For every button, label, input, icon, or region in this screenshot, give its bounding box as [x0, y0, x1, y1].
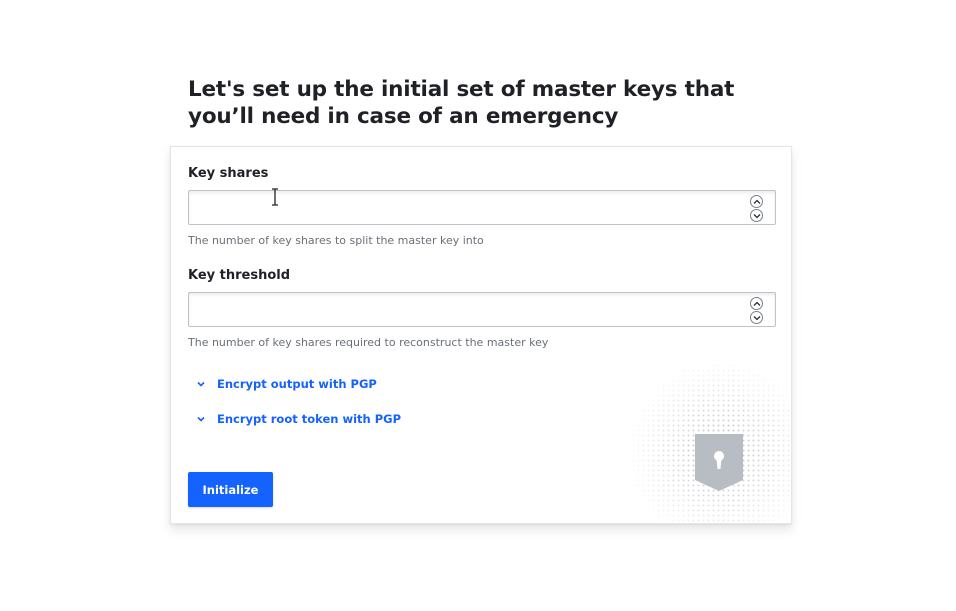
page-title: Let's set up the initial set of master k…	[188, 77, 735, 129]
encrypt-root-token-pgp-toggle[interactable]: Encrypt root token with PGP	[195, 412, 401, 426]
key-shares-stepper[interactable]	[750, 195, 763, 222]
chevron-up-icon[interactable]	[750, 297, 763, 310]
key-threshold-field: Key threshold The number of key shares r…	[188, 267, 776, 350]
key-threshold-stepper[interactable]	[750, 297, 763, 324]
key-shares-label: Key shares	[188, 166, 269, 181]
init-form: Key shares The number of key shares to s…	[170, 146, 792, 524]
init-page: Let's set up the initial set of master k…	[0, 0, 956, 611]
encrypt-output-pgp-toggle[interactable]: Encrypt output with PGP	[195, 377, 377, 391]
key-shares-field: Key shares The number of key shares to s…	[188, 165, 776, 248]
text-cursor-icon	[272, 188, 278, 206]
key-threshold-help: The number of key shares required to rec…	[188, 336, 549, 349]
chevron-down-icon[interactable]	[750, 209, 763, 222]
initialize-button[interactable]: Initialize	[188, 472, 273, 507]
chevron-down-icon	[195, 378, 207, 390]
key-threshold-label: Key threshold	[188, 268, 291, 283]
encrypt-output-pgp-label: Encrypt output with PGP	[217, 377, 377, 391]
encrypt-root-token-pgp-label: Encrypt root token with PGP	[217, 412, 402, 426]
key-threshold-input[interactable]	[189, 293, 775, 326]
shield-keyhole-icon	[621, 363, 791, 523]
key-shares-help: The number of key shares to split the ma…	[188, 234, 484, 247]
chevron-down-icon[interactable]	[750, 311, 763, 324]
chevron-up-icon[interactable]	[750, 195, 763, 208]
key-threshold-input-wrapper	[188, 292, 776, 327]
chevron-down-icon	[195, 413, 207, 425]
